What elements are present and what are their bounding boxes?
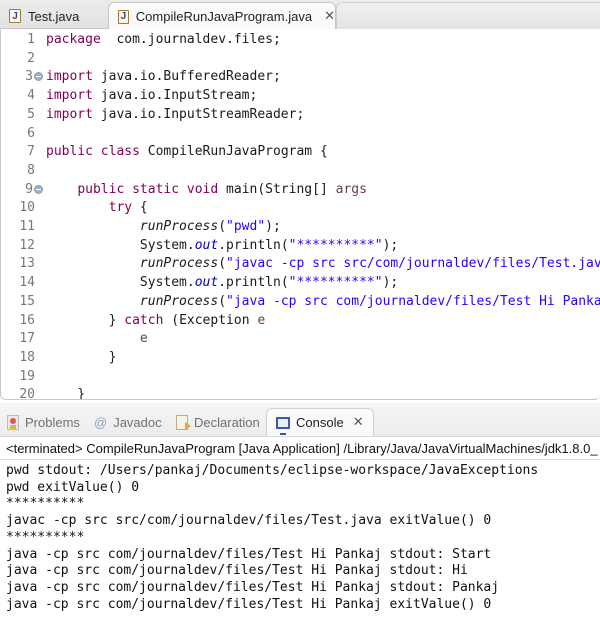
code-text: runProcess("javac -cp src src/com/journa… <box>139 256 600 272</box>
console-line: java -cp src com/journaldev/files/Test H… <box>6 563 468 579</box>
console-icon <box>276 416 290 435</box>
code-text: System.out.println("**********"); <box>46 237 399 253</box>
tab-console[interactable]: Console ✕ <box>266 408 374 436</box>
tab-javadoc[interactable]: @ Javadoc <box>94 411 162 433</box>
line-number: 9 <box>25 181 33 197</box>
problems-icon <box>7 414 19 430</box>
console-line: javac -cp src src/com/journaldev/files/T… <box>6 513 492 529</box>
code-line[interactable]: 6 <box>1 125 600 143</box>
java-file-icon: J <box>9 9 21 23</box>
code-text: public class CompileRunJavaProgram { <box>46 144 328 160</box>
code-text: } <box>46 387 86 400</box>
tab-label: Javadoc <box>113 414 162 430</box>
line-number: 11 <box>19 219 35 234</box>
code-line[interactable]: 11 runProcess("pwd"); <box>1 218 600 236</box>
code-line[interactable]: 5 import java.io.InputStreamReader; <box>1 106 600 124</box>
line-number: 18 <box>19 349 35 365</box>
console-line: ********** <box>6 496 85 512</box>
code-text: } catch (Exception e <box>46 312 266 328</box>
console-line: java -cp src com/journaldev/files/Test H… <box>6 546 492 562</box>
tab-label: Declaration <box>194 414 260 430</box>
tab-label: CompileRunJavaProgram.java <box>135 9 313 24</box>
code-line[interactable]: 16 } catch (Exception e <box>1 312 600 330</box>
line-number: 1 <box>27 32 35 47</box>
line-number: 6 <box>27 125 35 141</box>
line-number: 19 <box>19 368 35 384</box>
code-line[interactable]: 19 <box>1 368 600 386</box>
code-line[interactable]: 10 try { <box>1 199 600 217</box>
tab-bar-empty-area <box>336 2 600 29</box>
code-line[interactable]: 2 <box>1 50 600 68</box>
code-line[interactable]: 8 <box>1 162 600 180</box>
code-line[interactable]: 12 System.out.println("**********"); <box>1 237 600 255</box>
fold-collapse-icon[interactable] <box>34 184 43 194</box>
line-number: 4 <box>27 88 35 104</box>
declaration-icon <box>176 414 191 430</box>
close-icon[interactable]: ✕ <box>353 415 364 430</box>
code-text: public static void main(String[] args <box>77 181 367 197</box>
code-line[interactable]: 14 System.out.println("**********"); <box>1 274 600 292</box>
code-text: import java.io.BufferedReader; <box>46 69 281 85</box>
line-number: 14 <box>19 275 35 291</box>
console-line: ********** <box>6 529 85 545</box>
code-line[interactable]: 18 } <box>1 349 600 367</box>
code-text: runProcess("java -cp src com/journaldev/… <box>139 293 600 309</box>
line-number: 20 <box>19 387 35 400</box>
code-text: System.out.println("**********"); <box>46 275 399 291</box>
tab-label: Console <box>296 415 344 430</box>
line-number: 13 <box>19 256 35 272</box>
line-number: 3 <box>25 69 33 85</box>
line-number: 10 <box>19 200 35 216</box>
console-output[interactable]: <terminated> CompileRunJavaProgram [Java… <box>0 436 600 617</box>
code-line[interactable]: 13 runProcess("javac -cp src src/com/jou… <box>1 255 600 273</box>
code-text: try { <box>108 200 148 216</box>
console-line: pwd stdout: /Users/pankaj/Documents/ecli… <box>6 463 539 478</box>
tab-test-java[interactable]: J Test.java <box>0 3 107 29</box>
tab-label: Problems <box>25 414 80 430</box>
code-text: } <box>46 349 117 365</box>
console-line: java -cp src com/journaldev/files/Test H… <box>6 596 492 612</box>
code-line[interactable]: 7 public class CompileRunJavaProgram { <box>1 143 600 161</box>
code-line[interactable]: 20 } <box>1 386 600 400</box>
fold-collapse-icon[interactable] <box>34 72 43 82</box>
console-status-header: <terminated> CompileRunJavaProgram [Java… <box>6 441 598 456</box>
code-editor[interactable]: 1 package com.journaldev.files; 2 3 import j… <box>0 29 600 400</box>
line-number: 2 <box>27 50 35 66</box>
code-text: import java.io.InputStreamReader; <box>46 106 305 122</box>
java-file-icon: J <box>118 9 129 24</box>
code-text: package com.journaldev.files; <box>46 32 281 47</box>
console-line: pwd exitValue() 0 <box>6 479 140 495</box>
divider <box>0 459 600 460</box>
code-line[interactable]: 4 import java.io.InputStream; <box>1 87 600 105</box>
code-text: runProcess("pwd"); <box>139 219 281 234</box>
code-line[interactable]: 9 public static void main(String[] args <box>1 181 600 199</box>
line-number: 5 <box>27 106 35 122</box>
javadoc-at-icon: @ <box>94 414 108 430</box>
line-number: 12 <box>19 237 35 253</box>
tab-compile-run-java-program[interactable]: J CompileRunJavaProgram.java ✕ <box>108 2 336 30</box>
code-line[interactable]: 17 e <box>1 330 600 348</box>
tab-label: Test.java <box>28 8 80 24</box>
line-number: 16 <box>19 312 35 328</box>
close-icon[interactable]: ✕ <box>324 9 335 24</box>
line-number: 15 <box>19 293 35 309</box>
code-line[interactable]: 15 runProcess("java -cp src com/journald… <box>1 293 600 311</box>
tab-problems[interactable]: Problems <box>7 411 80 433</box>
editor-tab-bar: J Test.java J CompileRunJavaProgram.java… <box>0 0 600 30</box>
code-text: import java.io.InputStream; <box>46 88 258 104</box>
code-line[interactable]: 3 import java.io.BufferedReader; <box>1 68 600 86</box>
view-tab-bar: Problems @ Javadoc Declaration Console ✕ <box>0 403 600 436</box>
console-line: java -cp src com/journaldev/files/Test H… <box>6 579 500 595</box>
line-number: 17 <box>19 331 35 347</box>
tab-declaration[interactable]: Declaration <box>176 411 260 433</box>
line-number: 7 <box>27 144 35 160</box>
code-line[interactable]: 1 package com.journaldev.files; <box>1 31 600 49</box>
code-text: e <box>139 331 148 347</box>
line-number: 8 <box>27 162 35 178</box>
